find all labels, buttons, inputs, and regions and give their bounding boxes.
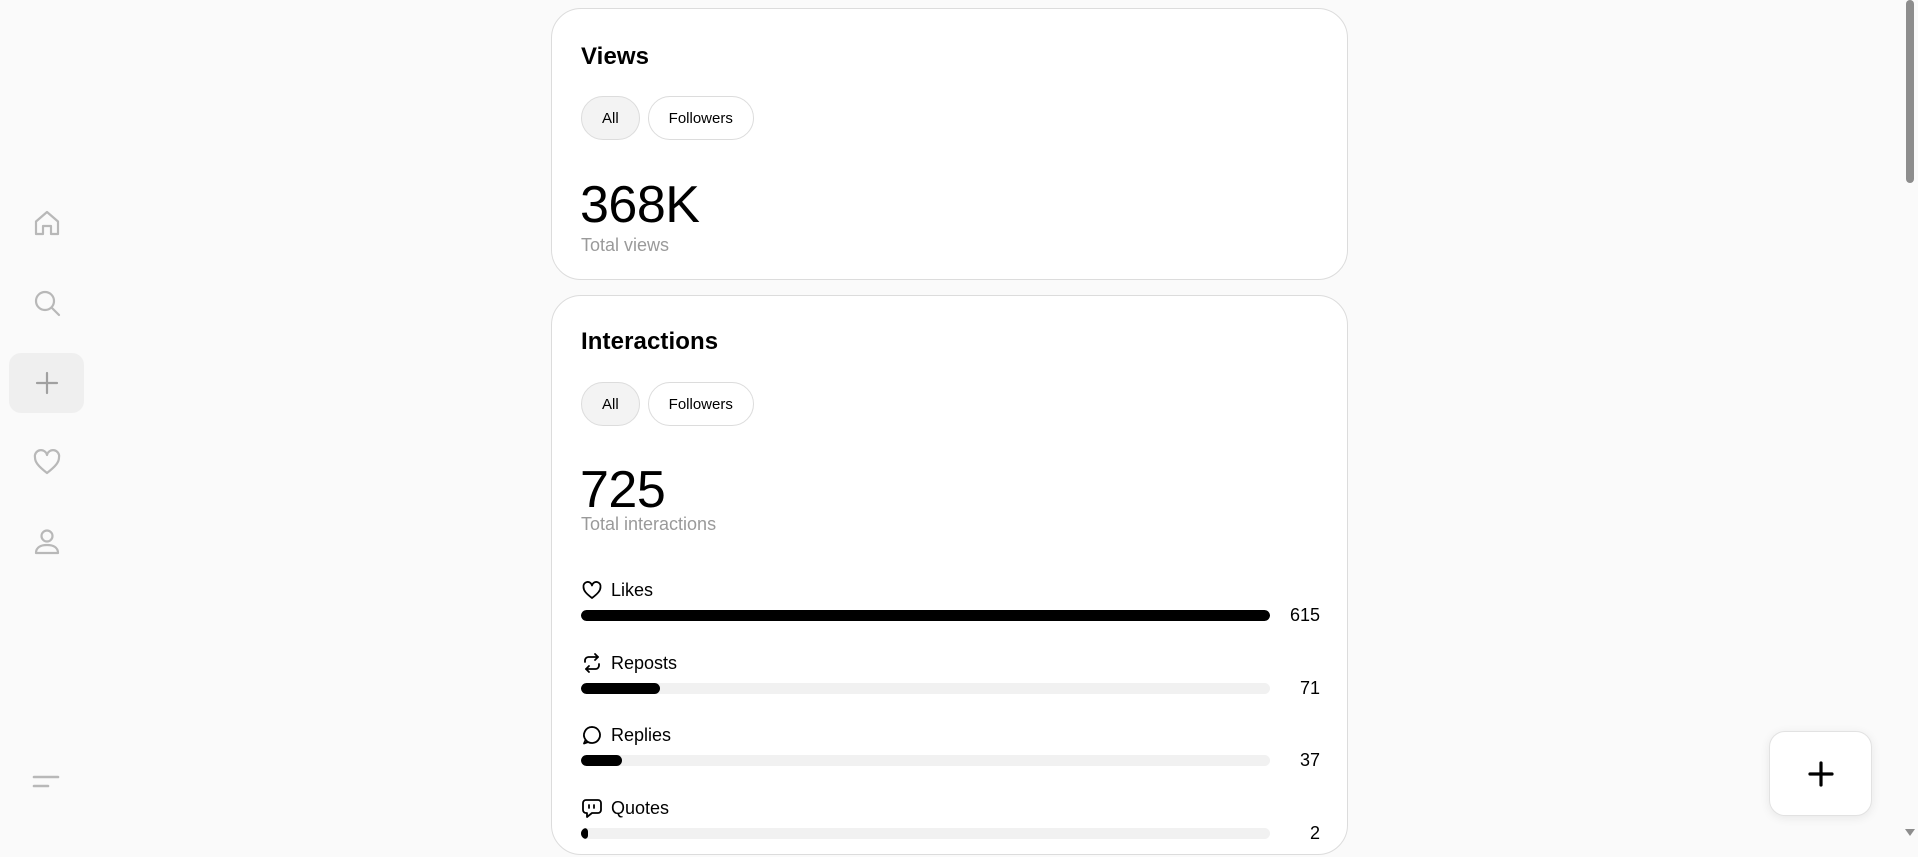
metric-label: Reposts <box>611 652 678 673</box>
page-scrollbar[interactable] <box>1902 0 1918 843</box>
search-icon <box>34 290 60 317</box>
views-filter-group: All Followers <box>581 96 754 140</box>
heart-icon <box>582 581 602 599</box>
views-title: Views <box>581 43 650 70</box>
metric-bar-track <box>581 828 1270 839</box>
nav-activity-button[interactable] <box>9 432 84 492</box>
scrollbar-thumb[interactable] <box>1906 0 1914 183</box>
nav-profile-button[interactable] <box>9 512 84 572</box>
metric-bar-fill <box>581 610 1270 621</box>
metric-bar-fill <box>581 755 623 766</box>
nav-menu-button[interactable] <box>26 768 66 796</box>
plus-icon <box>1807 760 1834 787</box>
metric-value: 2 <box>1309 823 1320 843</box>
reply-icon <box>583 726 601 745</box>
views-filter-followers[interactable]: Followers <box>647 96 754 140</box>
metric-bar-fill <box>581 683 661 694</box>
scroll-down-arrow-icon[interactable] <box>1905 829 1915 836</box>
user-icon <box>34 529 59 555</box>
views-total-label: Total views <box>581 235 670 255</box>
plus-icon <box>35 371 58 395</box>
metric-replies: Replies 37 <box>581 724 1320 784</box>
metric-label: Likes <box>611 579 654 600</box>
home-icon <box>34 210 59 236</box>
metric-likes: Likes 615 <box>581 579 1320 639</box>
quote-icon <box>582 799 602 818</box>
nav-create-button[interactable] <box>9 353 84 413</box>
interactions-filter-followers[interactable]: Followers <box>647 382 754 426</box>
views-filter-all[interactable]: All <box>581 96 640 140</box>
interactions-card: Interactions All Followers 725 Total int… <box>551 295 1348 855</box>
metric-value: 71 <box>1299 678 1320 698</box>
interactions-filter-group: All Followers <box>581 382 754 426</box>
metric-label: Quotes <box>611 797 670 818</box>
interactions-title: Interactions <box>581 328 719 355</box>
nav-home-button[interactable] <box>9 193 84 253</box>
metric-bar-track <box>581 683 1270 694</box>
repost-icon <box>584 653 600 673</box>
metric-value: 37 <box>1299 750 1320 770</box>
metric-bar-track <box>581 755 1270 766</box>
side-nav <box>0 0 94 843</box>
views-card: Views All Followers 368K Total views <box>551 8 1348 280</box>
metric-quotes: Quotes 2 <box>581 797 1320 857</box>
interactions-total: 725 <box>580 461 666 519</box>
nav-search-button[interactable] <box>9 273 84 333</box>
metric-label: Replies <box>611 724 672 745</box>
heart-icon <box>33 449 60 475</box>
views-total: 368K <box>580 176 700 234</box>
menu-icon <box>32 775 60 788</box>
metric-bar-track <box>581 610 1270 621</box>
metric-reposts: Reposts 71 <box>581 652 1320 712</box>
interactions-filter-all[interactable]: All <box>581 382 640 426</box>
compose-button[interactable] <box>1769 731 1872 816</box>
interactions-total-label: Total interactions <box>581 514 717 534</box>
metric-value: 615 <box>1289 605 1320 625</box>
metric-bar-fill <box>581 828 588 839</box>
